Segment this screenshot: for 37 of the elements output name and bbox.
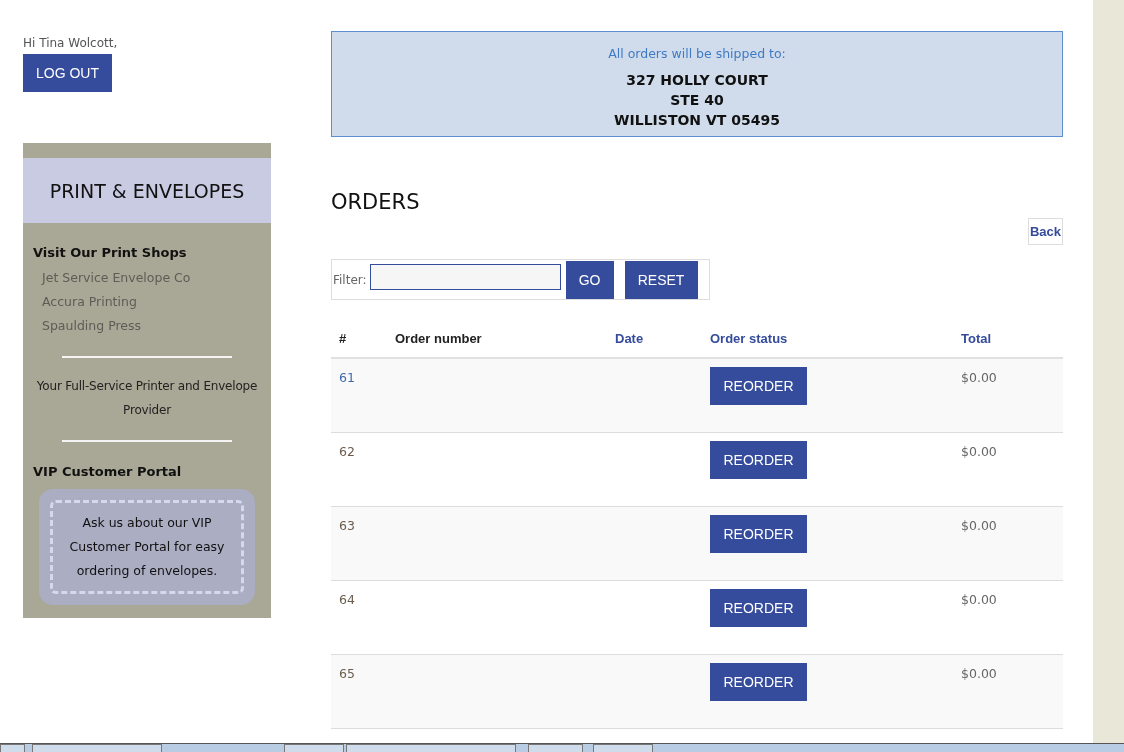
vip-heading: VIP Customer Portal [32,464,183,479]
filter-field[interactable] [369,264,561,290]
greeting-text: Hi Tina Wolcott, [23,36,119,50]
column-header: # [338,331,348,346]
order-id-cell-text: 63 [338,517,356,535]
reorder-button[interactable]: REORDER [710,515,807,553]
address-line: 327 HOLLY COURT [625,71,769,90]
order-id-cell-text: 62 [338,443,356,461]
total-cell-text: $0.00 [961,591,998,609]
shipping-label: All orders will be shipped to: [607,46,787,61]
sort-column-header[interactable]: Total [961,331,1055,346]
page-title: ORDERS [331,190,421,214]
go-button[interactable]: GO [565,260,614,299]
total-cell-text: $0.00 [961,443,998,461]
shops-heading: Visit Our Print Shops [32,245,188,260]
order-id-cell-text: 65 [338,665,356,683]
total-cell-text: $0.00 [961,665,998,683]
vip-text: Ask us about our VIP Customer Portal for easy ordering of envelopes. [50,500,244,594]
back-link[interactable]: Back [1027,218,1063,245]
reset-button[interactable]: RESET [624,260,698,299]
address-line: STE 40 [669,91,725,110]
reorder-button[interactable]: REORDER [710,441,807,479]
logout-button[interactable]: LOG OUT [23,54,112,92]
order-id-cell-text: 64 [338,591,356,609]
sidebar-title: PRINT & ENVELOPES [23,158,271,223]
total-cell-text: $0.00 [961,369,998,387]
reorder-button[interactable]: REORDER [710,367,807,405]
total-cell-text: $0.00 [961,517,998,535]
sort-column-header[interactable]: Date [615,331,710,346]
sort-column-header[interactable]: Order status [710,331,961,346]
reorder-button[interactable]: REORDER [710,589,807,627]
address-line: WILLISTON VT 05495 [613,111,781,130]
filter-label: Filter: [333,272,367,287]
reorder-button[interactable]: REORDER [710,663,807,701]
order-id-cell-text: 61 [338,369,356,387]
tagline-text: Your Full-Service Printer and Envelope Provider [35,378,259,419]
column-header: Order number [395,331,483,346]
